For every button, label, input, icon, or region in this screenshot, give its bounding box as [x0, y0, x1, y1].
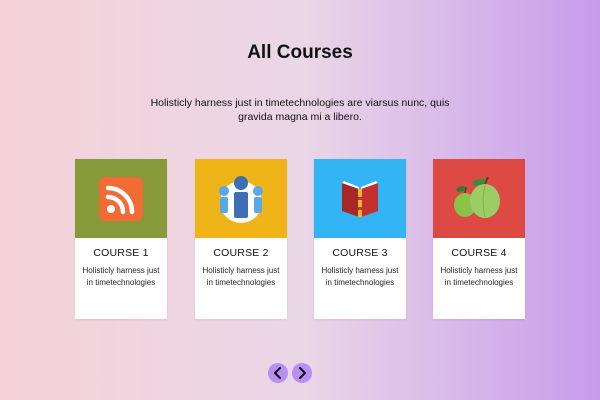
- book-icon: [342, 180, 378, 217]
- course-card-4-description: Holisticly harness just in timetechnolog…: [440, 266, 518, 287]
- course-card-1-description: Holisticly harness just in timetechnolog…: [82, 266, 160, 287]
- course-card-3[interactable]: COURSE 3 Holisticly harness just in time…: [314, 159, 406, 319]
- course-cards: COURSE 1 Holisticly harness just in time…: [0, 159, 600, 319]
- page-title: All Courses: [247, 42, 353, 63]
- apples-icon: [454, 176, 500, 218]
- course-card-4[interactable]: COURSE 4 Holisticly harness just in time…: [433, 159, 525, 319]
- next-button[interactable]: [292, 363, 312, 383]
- course-card-4-image: [433, 159, 525, 238]
- course-card-2[interactable]: COURSE 2 Holisticly harness just in time…: [195, 159, 287, 319]
- course-card-3-title: COURSE 3: [332, 247, 388, 259]
- course-card-2-title: COURSE 2: [213, 247, 269, 259]
- course-card-1[interactable]: COURSE 1 Holisticly harness just in time…: [75, 159, 167, 319]
- course-card-1-title: COURSE 1: [93, 247, 149, 259]
- course-card-1-image: [75, 159, 167, 238]
- course-card-2-description: Holisticly harness just in timetechnolog…: [202, 266, 280, 287]
- rss-icon: [99, 176, 143, 221]
- prev-button[interactable]: [268, 363, 288, 383]
- course-card-3-image: [314, 159, 406, 238]
- course-card-2-image: [195, 159, 287, 238]
- page-subtitle: Holisticly harness just in timetechnolog…: [150, 97, 450, 123]
- people-icon: [219, 175, 263, 223]
- course-card-4-title: COURSE 4: [451, 247, 507, 259]
- course-card-3-description: Holisticly harness just in timetechnolog…: [321, 266, 399, 287]
- chevron-left-icon: [274, 367, 281, 379]
- chevron-right-icon: [299, 367, 306, 379]
